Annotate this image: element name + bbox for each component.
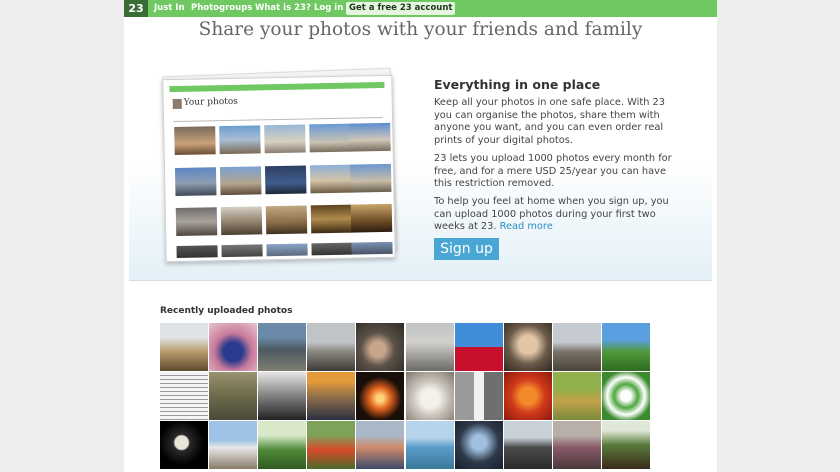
photo-thumbnail[interactable] xyxy=(406,421,454,469)
photo-thumbnail[interactable] xyxy=(602,421,650,469)
photo-thumbnail[interactable] xyxy=(258,372,306,420)
photo-thumbnail[interactable] xyxy=(160,323,208,371)
preview-thumb xyxy=(221,244,263,258)
preview-thumb xyxy=(310,204,353,234)
photo-thumbnail[interactable] xyxy=(356,372,404,420)
photo-thumbnail[interactable] xyxy=(602,323,650,371)
photo-thumbnail[interactable] xyxy=(602,372,650,420)
photo-thumbnail[interactable] xyxy=(406,372,454,420)
section-heading: Everything in one place xyxy=(434,77,601,92)
preview-thumb xyxy=(264,124,306,154)
preview-thumb xyxy=(350,203,393,233)
top-nav-bar: 23 Just In Photogroups What is 23? Log i… xyxy=(124,0,717,17)
photo-thumbnail[interactable] xyxy=(406,323,454,371)
preview-thumb xyxy=(219,166,262,196)
photo-thumbnail[interactable] xyxy=(209,372,257,420)
preview-thumb xyxy=(176,245,218,258)
photo-thumbnail[interactable] xyxy=(209,421,257,469)
welcome-paragraph: To help you feel at home when you sign u… xyxy=(434,196,684,234)
logo-23[interactable]: 23 xyxy=(124,0,148,17)
sign-up-button[interactable]: Sign up xyxy=(434,238,499,260)
preview-thumb xyxy=(349,163,392,193)
preview-thumb xyxy=(309,164,352,194)
photo-thumbnail[interactable] xyxy=(553,323,601,371)
photo-thumbnail[interactable] xyxy=(160,372,208,420)
preview-thumb xyxy=(174,167,217,196)
preview-tabs xyxy=(172,111,384,123)
preview-thumb xyxy=(349,122,391,152)
nav-what-is-23[interactable]: What is 23? xyxy=(255,0,311,17)
preview-screenshot: Your photos xyxy=(162,74,396,263)
photo-thumbnail[interactable] xyxy=(553,372,601,420)
photo-thumbnail[interactable] xyxy=(504,421,552,469)
photo-thumbnail[interactable] xyxy=(160,421,208,469)
preview-thumb xyxy=(174,126,216,155)
photo-thumbnail[interactable] xyxy=(455,323,503,371)
photo-thumbnail[interactable] xyxy=(504,372,552,420)
photo-thumbnail[interactable] xyxy=(356,323,404,371)
photo-thumbnail[interactable] xyxy=(455,372,503,420)
photo-thumbnail[interactable] xyxy=(307,323,355,371)
preview-title: Your photos xyxy=(183,96,238,108)
photo-thumbnail[interactable] xyxy=(307,421,355,469)
preview-thumb xyxy=(175,207,218,236)
nav-photogroups[interactable]: Photogroups xyxy=(191,0,252,17)
preview-nav-bar xyxy=(169,81,385,93)
photo-thumbnail[interactable] xyxy=(356,421,404,469)
quota-paragraph: 23 lets you upload 1000 photos every mon… xyxy=(434,153,672,190)
preview-thumb xyxy=(266,243,308,257)
get-free-account-button[interactable]: Get a free 23 account xyxy=(346,2,456,15)
read-more-link[interactable]: Read more xyxy=(500,221,553,232)
page-headline: Share your photos with your friends and … xyxy=(198,19,643,40)
photo-thumbnail[interactable] xyxy=(307,372,355,420)
preview-thumb xyxy=(220,206,263,236)
recent-photos-heading: Recently uploaded photos xyxy=(160,306,293,316)
preview-thumb xyxy=(351,241,393,255)
photo-thumbnail[interactable] xyxy=(258,323,306,371)
photo-thumbnail[interactable] xyxy=(553,421,601,469)
photo-thumbnail[interactable] xyxy=(455,421,503,469)
preview-avatar xyxy=(172,98,182,110)
photo-thumbnail[interactable] xyxy=(258,421,306,469)
nav-just-in[interactable]: Just In xyxy=(154,0,185,17)
nav-log-in[interactable]: Log in xyxy=(314,0,343,17)
preview-thumb xyxy=(309,123,351,153)
photo-thumbnail[interactable] xyxy=(504,323,552,371)
preview-thumb xyxy=(264,165,307,195)
preview-thumb xyxy=(265,205,308,235)
preview-thumb xyxy=(219,125,261,155)
intro-paragraph: Keep all your photos in one safe place. … xyxy=(434,97,666,146)
preview-thumb xyxy=(311,242,353,256)
photo-thumbnail[interactable] xyxy=(209,323,257,371)
